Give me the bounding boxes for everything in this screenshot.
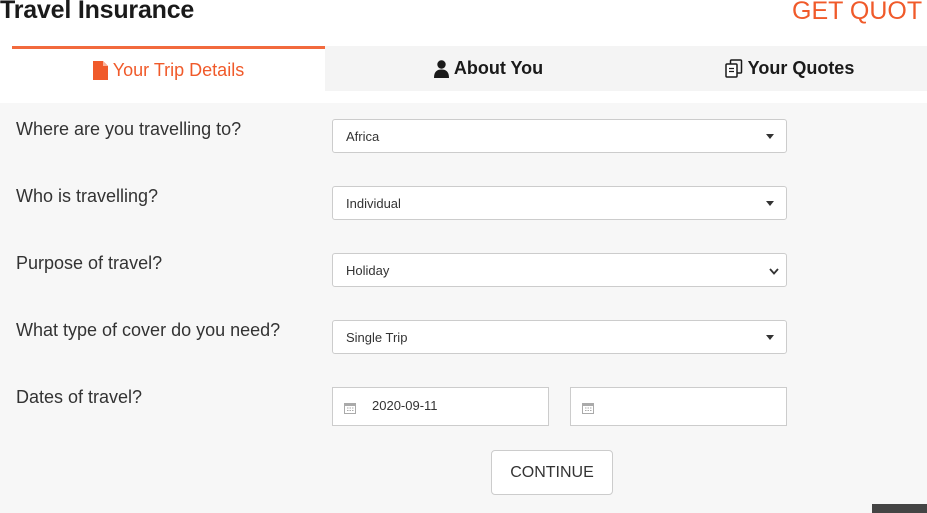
destination-label: Where are you travelling to?	[16, 119, 242, 139]
destination-select[interactable]: Africa	[332, 119, 787, 153]
tab-label: Your Trip Details	[112, 59, 245, 80]
get-quote-link[interactable]: GET QUOT	[792, 0, 922, 26]
calendar-icon	[344, 401, 356, 419]
tab-your-quotes[interactable]: Your Quotes	[652, 46, 927, 91]
tab-bar: Your Trip Details About You Your Quotes	[12, 46, 927, 91]
tab-label: About You	[453, 58, 544, 78]
purpose-select[interactable]: Holiday	[332, 253, 787, 287]
travellers-select[interactable]: Individual	[332, 186, 787, 220]
calendar-icon	[582, 401, 594, 419]
dates-label: Dates of travel?	[16, 387, 143, 407]
tab-your-trip-details[interactable]: Your Trip Details	[12, 46, 325, 91]
start-date-input[interactable]: 2020-09-11	[332, 387, 549, 426]
cover-value: Single Trip	[346, 330, 408, 345]
destination-value: Africa	[346, 129, 380, 144]
trip-details-form	[0, 103, 927, 513]
cover-select[interactable]: Single Trip	[332, 320, 787, 354]
file-icon	[92, 60, 108, 80]
scroll-to-top-button[interactable]	[872, 504, 927, 513]
user-icon	[433, 59, 449, 78]
page-title: Travel Insurance	[0, 0, 195, 24]
end-date-input[interactable]	[570, 387, 787, 426]
copy-icon	[724, 59, 743, 78]
start-date-value: 2020-09-11	[372, 398, 438, 413]
tab-label: Your Quotes	[747, 58, 855, 78]
continue-button[interactable]: CONTINUE	[491, 450, 613, 495]
chevron-down-icon	[768, 264, 780, 282]
purpose-label: Purpose of travel?	[16, 253, 163, 273]
travellers-label: Who is travelling?	[16, 186, 159, 206]
travellers-value: Individual	[346, 196, 401, 211]
tab-about-you[interactable]: About You	[325, 46, 652, 91]
purpose-value: Holiday	[346, 263, 390, 278]
caret-down-icon	[766, 201, 774, 206]
caret-down-icon	[766, 335, 774, 340]
caret-down-icon	[766, 134, 774, 139]
cover-label: What type of cover do you need?	[16, 320, 281, 340]
